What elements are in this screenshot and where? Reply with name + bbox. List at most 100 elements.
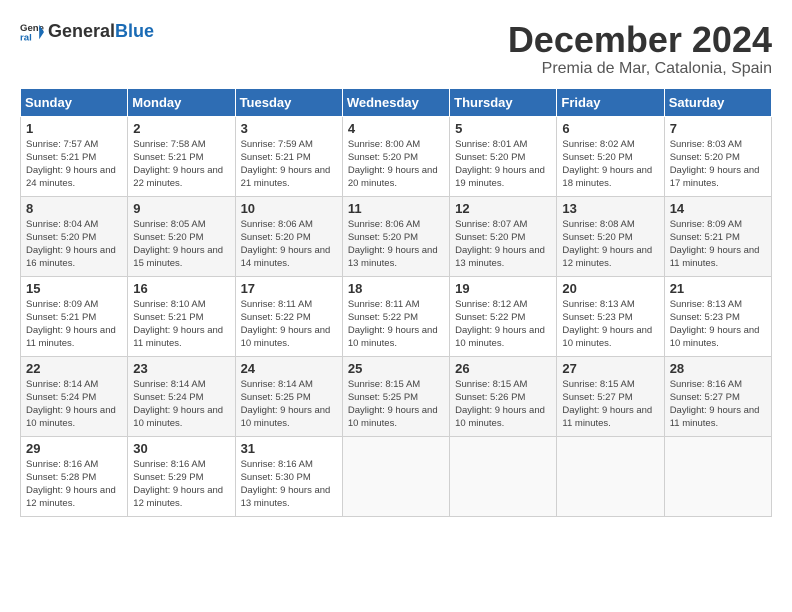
calendar-cell: 26 Sunrise: 8:15 AM Sunset: 5:26 PM Dayl… [450, 356, 557, 436]
col-header-tuesday: Tuesday [235, 88, 342, 116]
calendar-cell: 20 Sunrise: 8:13 AM Sunset: 5:23 PM Dayl… [557, 276, 664, 356]
logo: Gene ral GeneralBlue [20, 20, 154, 44]
calendar-cell: 29 Sunrise: 8:16 AM Sunset: 5:28 PM Dayl… [21, 436, 128, 516]
day-number: 22 [26, 361, 122, 376]
day-number: 2 [133, 121, 229, 136]
calendar-cell: 6 Sunrise: 8:02 AM Sunset: 5:20 PM Dayli… [557, 116, 664, 196]
day-info: Sunrise: 8:06 AM Sunset: 5:20 PM Dayligh… [241, 219, 331, 270]
week-row-4: 22 Sunrise: 8:14 AM Sunset: 5:24 PM Dayl… [21, 356, 772, 436]
day-info: Sunrise: 8:04 AM Sunset: 5:20 PM Dayligh… [26, 219, 116, 270]
calendar-cell: 5 Sunrise: 8:01 AM Sunset: 5:20 PM Dayli… [450, 116, 557, 196]
calendar-cell: 19 Sunrise: 8:12 AM Sunset: 5:22 PM Dayl… [450, 276, 557, 356]
day-info: Sunrise: 8:16 AM Sunset: 5:28 PM Dayligh… [26, 459, 116, 510]
day-info: Sunrise: 7:58 AM Sunset: 5:21 PM Dayligh… [133, 139, 223, 190]
day-number: 4 [348, 121, 444, 136]
day-info: Sunrise: 7:57 AM Sunset: 5:21 PM Dayligh… [26, 139, 116, 190]
day-number: 6 [562, 121, 658, 136]
calendar-header: SundayMondayTuesdayWednesdayThursdayFrid… [21, 88, 772, 116]
day-info: Sunrise: 8:01 AM Sunset: 5:20 PM Dayligh… [455, 139, 545, 190]
week-row-5: 29 Sunrise: 8:16 AM Sunset: 5:28 PM Dayl… [21, 436, 772, 516]
week-row-2: 8 Sunrise: 8:04 AM Sunset: 5:20 PM Dayli… [21, 196, 772, 276]
calendar-cell: 25 Sunrise: 8:15 AM Sunset: 5:25 PM Dayl… [342, 356, 449, 436]
day-number: 11 [348, 201, 444, 216]
day-number: 25 [348, 361, 444, 376]
day-number: 12 [455, 201, 551, 216]
logo-general: General [48, 21, 115, 41]
calendar-body: 1 Sunrise: 7:57 AM Sunset: 5:21 PM Dayli… [21, 116, 772, 516]
day-number: 1 [26, 121, 122, 136]
day-info: Sunrise: 8:13 AM Sunset: 5:23 PM Dayligh… [670, 299, 760, 350]
calendar-cell: 28 Sunrise: 8:16 AM Sunset: 5:27 PM Dayl… [664, 356, 771, 436]
header: Gene ral GeneralBlue December 2024 Premi… [20, 20, 772, 78]
day-info: Sunrise: 8:08 AM Sunset: 5:20 PM Dayligh… [562, 219, 652, 270]
week-row-3: 15 Sunrise: 8:09 AM Sunset: 5:21 PM Dayl… [21, 276, 772, 356]
day-info: Sunrise: 8:15 AM Sunset: 5:27 PM Dayligh… [562, 379, 652, 430]
day-info: Sunrise: 8:05 AM Sunset: 5:20 PM Dayligh… [133, 219, 223, 270]
col-header-saturday: Saturday [664, 88, 771, 116]
day-number: 5 [455, 121, 551, 136]
col-header-sunday: Sunday [21, 88, 128, 116]
day-number: 30 [133, 441, 229, 456]
day-number: 16 [133, 281, 229, 296]
day-info: Sunrise: 8:03 AM Sunset: 5:20 PM Dayligh… [670, 139, 760, 190]
col-header-wednesday: Wednesday [342, 88, 449, 116]
header-row: SundayMondayTuesdayWednesdayThursdayFrid… [21, 88, 772, 116]
title-section: December 2024 Premia de Mar, Catalonia, … [508, 20, 772, 78]
day-info: Sunrise: 8:12 AM Sunset: 5:22 PM Dayligh… [455, 299, 545, 350]
day-info: Sunrise: 8:07 AM Sunset: 5:20 PM Dayligh… [455, 219, 545, 270]
day-info: Sunrise: 8:16 AM Sunset: 5:27 PM Dayligh… [670, 379, 760, 430]
calendar-cell: 3 Sunrise: 7:59 AM Sunset: 5:21 PM Dayli… [235, 116, 342, 196]
calendar-subtitle: Premia de Mar, Catalonia, Spain [508, 60, 772, 78]
day-number: 7 [670, 121, 766, 136]
svg-text:ral: ral [20, 32, 32, 43]
day-info: Sunrise: 8:10 AM Sunset: 5:21 PM Dayligh… [133, 299, 223, 350]
calendar-cell: 18 Sunrise: 8:11 AM Sunset: 5:22 PM Dayl… [342, 276, 449, 356]
logo-text-block: GeneralBlue [48, 22, 154, 42]
day-number: 31 [241, 441, 337, 456]
calendar-cell: 14 Sunrise: 8:09 AM Sunset: 5:21 PM Dayl… [664, 196, 771, 276]
day-info: Sunrise: 8:16 AM Sunset: 5:30 PM Dayligh… [241, 459, 331, 510]
day-number: 3 [241, 121, 337, 136]
day-info: Sunrise: 8:02 AM Sunset: 5:20 PM Dayligh… [562, 139, 652, 190]
calendar-title: December 2024 [508, 20, 772, 60]
day-info: Sunrise: 8:13 AM Sunset: 5:23 PM Dayligh… [562, 299, 652, 350]
day-number: 17 [241, 281, 337, 296]
calendar-cell: 7 Sunrise: 8:03 AM Sunset: 5:20 PM Dayli… [664, 116, 771, 196]
calendar-cell: 22 Sunrise: 8:14 AM Sunset: 5:24 PM Dayl… [21, 356, 128, 436]
day-info: Sunrise: 8:06 AM Sunset: 5:20 PM Dayligh… [348, 219, 438, 270]
week-row-1: 1 Sunrise: 7:57 AM Sunset: 5:21 PM Dayli… [21, 116, 772, 196]
day-number: 29 [26, 441, 122, 456]
calendar-cell: 27 Sunrise: 8:15 AM Sunset: 5:27 PM Dayl… [557, 356, 664, 436]
day-number: 15 [26, 281, 122, 296]
day-number: 27 [562, 361, 658, 376]
day-number: 20 [562, 281, 658, 296]
calendar-cell [450, 436, 557, 516]
day-number: 28 [670, 361, 766, 376]
day-number: 24 [241, 361, 337, 376]
calendar-cell: 30 Sunrise: 8:16 AM Sunset: 5:29 PM Dayl… [128, 436, 235, 516]
calendar-cell: 21 Sunrise: 8:13 AM Sunset: 5:23 PM Dayl… [664, 276, 771, 356]
day-info: Sunrise: 8:14 AM Sunset: 5:25 PM Dayligh… [241, 379, 331, 430]
calendar-cell: 11 Sunrise: 8:06 AM Sunset: 5:20 PM Dayl… [342, 196, 449, 276]
calendar-cell: 17 Sunrise: 8:11 AM Sunset: 5:22 PM Dayl… [235, 276, 342, 356]
calendar-cell: 1 Sunrise: 7:57 AM Sunset: 5:21 PM Dayli… [21, 116, 128, 196]
day-info: Sunrise: 7:59 AM Sunset: 5:21 PM Dayligh… [241, 139, 331, 190]
day-number: 26 [455, 361, 551, 376]
calendar-cell: 2 Sunrise: 7:58 AM Sunset: 5:21 PM Dayli… [128, 116, 235, 196]
day-info: Sunrise: 8:09 AM Sunset: 5:21 PM Dayligh… [26, 299, 116, 350]
day-number: 8 [26, 201, 122, 216]
day-number: 18 [348, 281, 444, 296]
calendar-cell: 13 Sunrise: 8:08 AM Sunset: 5:20 PM Dayl… [557, 196, 664, 276]
calendar-cell: 24 Sunrise: 8:14 AM Sunset: 5:25 PM Dayl… [235, 356, 342, 436]
day-info: Sunrise: 8:15 AM Sunset: 5:26 PM Dayligh… [455, 379, 545, 430]
day-info: Sunrise: 8:09 AM Sunset: 5:21 PM Dayligh… [670, 219, 760, 270]
day-number: 9 [133, 201, 229, 216]
calendar-cell [557, 436, 664, 516]
day-info: Sunrise: 8:14 AM Sunset: 5:24 PM Dayligh… [133, 379, 223, 430]
calendar-cell: 16 Sunrise: 8:10 AM Sunset: 5:21 PM Dayl… [128, 276, 235, 356]
day-number: 19 [455, 281, 551, 296]
day-number: 14 [670, 201, 766, 216]
day-info: Sunrise: 8:15 AM Sunset: 5:25 PM Dayligh… [348, 379, 438, 430]
logo-icon: Gene ral [20, 20, 44, 44]
logo-blue: Blue [115, 21, 154, 41]
